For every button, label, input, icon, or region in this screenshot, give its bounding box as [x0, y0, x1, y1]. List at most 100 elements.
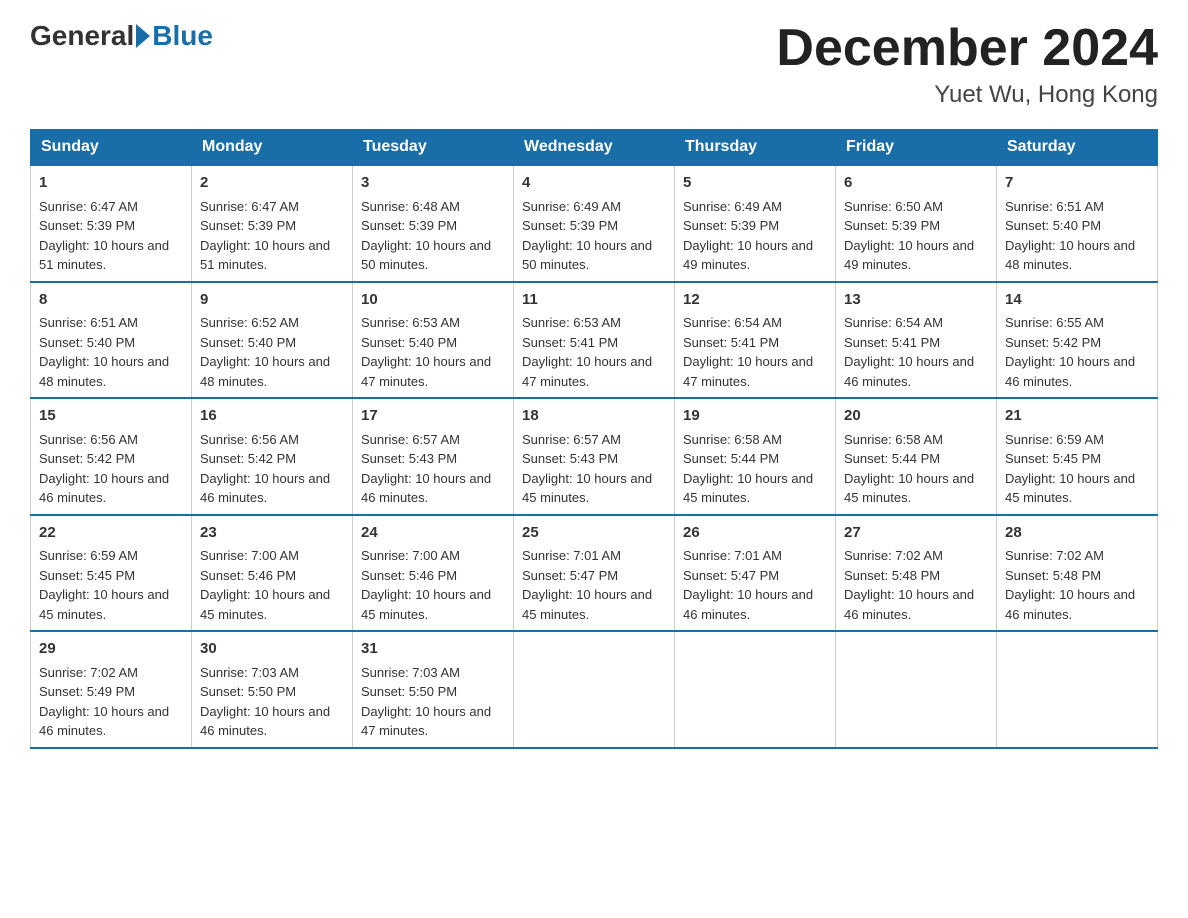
day-number: 22 — [39, 522, 183, 545]
calendar-cell: 17Sunrise: 6:57 AMSunset: 5:43 PMDayligh… — [353, 398, 514, 515]
calendar-cell: 4Sunrise: 6:49 AMSunset: 5:39 PMDaylight… — [514, 165, 675, 282]
daylight-text: Daylight: 10 hours and 46 minutes. — [1005, 585, 1149, 624]
calendar-cell: 20Sunrise: 6:58 AMSunset: 5:44 PMDayligh… — [836, 398, 997, 515]
sunset-text: Sunset: 5:44 PM — [844, 449, 988, 469]
sunset-text: Sunset: 5:46 PM — [361, 566, 505, 586]
col-saturday: Saturday — [997, 130, 1158, 166]
calendar-cell: 16Sunrise: 6:56 AMSunset: 5:42 PMDayligh… — [192, 398, 353, 515]
daylight-text: Daylight: 10 hours and 45 minutes. — [683, 469, 827, 508]
day-number: 10 — [361, 289, 505, 312]
calendar-cell: 28Sunrise: 7:02 AMSunset: 5:48 PMDayligh… — [997, 515, 1158, 632]
sunrise-text: Sunrise: 7:00 AM — [200, 546, 344, 566]
sunset-text: Sunset: 5:42 PM — [39, 449, 183, 469]
day-number: 23 — [200, 522, 344, 545]
calendar-cell: 27Sunrise: 7:02 AMSunset: 5:48 PMDayligh… — [836, 515, 997, 632]
sunrise-text: Sunrise: 7:01 AM — [522, 546, 666, 566]
daylight-text: Daylight: 10 hours and 45 minutes. — [522, 585, 666, 624]
sunset-text: Sunset: 5:42 PM — [200, 449, 344, 469]
sunset-text: Sunset: 5:49 PM — [39, 682, 183, 702]
sunset-text: Sunset: 5:39 PM — [844, 216, 988, 236]
sunrise-text: Sunrise: 6:51 AM — [1005, 197, 1149, 217]
title-section: December 2024 Yuet Wu, Hong Kong — [776, 20, 1158, 109]
sunset-text: Sunset: 5:40 PM — [39, 333, 183, 353]
daylight-text: Daylight: 10 hours and 49 minutes. — [844, 236, 988, 275]
sunset-text: Sunset: 5:43 PM — [522, 449, 666, 469]
day-number: 8 — [39, 289, 183, 312]
day-number: 11 — [522, 289, 666, 312]
calendar-cell: 13Sunrise: 6:54 AMSunset: 5:41 PMDayligh… — [836, 282, 997, 399]
sunset-text: Sunset: 5:47 PM — [683, 566, 827, 586]
daylight-text: Daylight: 10 hours and 47 minutes. — [522, 352, 666, 391]
calendar-cell: 31Sunrise: 7:03 AMSunset: 5:50 PMDayligh… — [353, 631, 514, 748]
daylight-text: Daylight: 10 hours and 45 minutes. — [522, 469, 666, 508]
calendar-cell: 19Sunrise: 6:58 AMSunset: 5:44 PMDayligh… — [675, 398, 836, 515]
sunrise-text: Sunrise: 6:57 AM — [361, 430, 505, 450]
daylight-text: Daylight: 10 hours and 46 minutes. — [39, 469, 183, 508]
day-number: 18 — [522, 405, 666, 428]
sunrise-text: Sunrise: 6:47 AM — [200, 197, 344, 217]
day-number: 2 — [200, 172, 344, 195]
sunrise-text: Sunrise: 6:53 AM — [361, 313, 505, 333]
calendar-cell — [675, 631, 836, 748]
sunset-text: Sunset: 5:42 PM — [1005, 333, 1149, 353]
daylight-text: Daylight: 10 hours and 51 minutes. — [200, 236, 344, 275]
calendar-cell: 11Sunrise: 6:53 AMSunset: 5:41 PMDayligh… — [514, 282, 675, 399]
calendar-cell — [997, 631, 1158, 748]
sunset-text: Sunset: 5:45 PM — [39, 566, 183, 586]
daylight-text: Daylight: 10 hours and 46 minutes. — [844, 585, 988, 624]
daylight-text: Daylight: 10 hours and 47 minutes. — [361, 702, 505, 741]
daylight-text: Daylight: 10 hours and 46 minutes. — [200, 702, 344, 741]
daylight-text: Daylight: 10 hours and 45 minutes. — [200, 585, 344, 624]
calendar-cell: 24Sunrise: 7:00 AMSunset: 5:46 PMDayligh… — [353, 515, 514, 632]
col-wednesday: Wednesday — [514, 130, 675, 166]
calendar-table: Sunday Monday Tuesday Wednesday Thursday… — [30, 129, 1158, 749]
day-number: 26 — [683, 522, 827, 545]
sunset-text: Sunset: 5:39 PM — [200, 216, 344, 236]
calendar-cell: 9Sunrise: 6:52 AMSunset: 5:40 PMDaylight… — [192, 282, 353, 399]
sunset-text: Sunset: 5:45 PM — [1005, 449, 1149, 469]
sunset-text: Sunset: 5:44 PM — [683, 449, 827, 469]
calendar-cell: 22Sunrise: 6:59 AMSunset: 5:45 PMDayligh… — [31, 515, 192, 632]
calendar-cell: 1Sunrise: 6:47 AMSunset: 5:39 PMDaylight… — [31, 165, 192, 282]
daylight-text: Daylight: 10 hours and 45 minutes. — [361, 585, 505, 624]
day-number: 1 — [39, 172, 183, 195]
sunrise-text: Sunrise: 6:56 AM — [200, 430, 344, 450]
sunset-text: Sunset: 5:48 PM — [844, 566, 988, 586]
week-row-2: 8Sunrise: 6:51 AMSunset: 5:40 PMDaylight… — [31, 282, 1158, 399]
daylight-text: Daylight: 10 hours and 51 minutes. — [39, 236, 183, 275]
daylight-text: Daylight: 10 hours and 48 minutes. — [200, 352, 344, 391]
day-number: 14 — [1005, 289, 1149, 312]
sunrise-text: Sunrise: 7:03 AM — [361, 663, 505, 683]
calendar-cell: 2Sunrise: 6:47 AMSunset: 5:39 PMDaylight… — [192, 165, 353, 282]
daylight-text: Daylight: 10 hours and 45 minutes. — [844, 469, 988, 508]
sunset-text: Sunset: 5:41 PM — [522, 333, 666, 353]
calendar-cell: 7Sunrise: 6:51 AMSunset: 5:40 PMDaylight… — [997, 165, 1158, 282]
sunrise-text: Sunrise: 6:58 AM — [844, 430, 988, 450]
sunrise-text: Sunrise: 7:01 AM — [683, 546, 827, 566]
sunrise-text: Sunrise: 7:03 AM — [200, 663, 344, 683]
week-row-4: 22Sunrise: 6:59 AMSunset: 5:45 PMDayligh… — [31, 515, 1158, 632]
day-number: 4 — [522, 172, 666, 195]
day-number: 19 — [683, 405, 827, 428]
sunset-text: Sunset: 5:40 PM — [361, 333, 505, 353]
sunrise-text: Sunrise: 6:58 AM — [683, 430, 827, 450]
col-monday: Monday — [192, 130, 353, 166]
daylight-text: Daylight: 10 hours and 47 minutes. — [683, 352, 827, 391]
sunrise-text: Sunrise: 7:02 AM — [844, 546, 988, 566]
logo-general-text: General — [30, 20, 134, 52]
daylight-text: Daylight: 10 hours and 46 minutes. — [200, 469, 344, 508]
week-row-5: 29Sunrise: 7:02 AMSunset: 5:49 PMDayligh… — [31, 631, 1158, 748]
sunset-text: Sunset: 5:50 PM — [361, 682, 505, 702]
sunrise-text: Sunrise: 6:53 AM — [522, 313, 666, 333]
day-number: 9 — [200, 289, 344, 312]
col-thursday: Thursday — [675, 130, 836, 166]
sunset-text: Sunset: 5:41 PM — [844, 333, 988, 353]
calendar-cell: 25Sunrise: 7:01 AMSunset: 5:47 PMDayligh… — [514, 515, 675, 632]
day-number: 25 — [522, 522, 666, 545]
sunset-text: Sunset: 5:47 PM — [522, 566, 666, 586]
day-number: 24 — [361, 522, 505, 545]
daylight-text: Daylight: 10 hours and 46 minutes. — [39, 702, 183, 741]
col-tuesday: Tuesday — [353, 130, 514, 166]
daylight-text: Daylight: 10 hours and 50 minutes. — [361, 236, 505, 275]
daylight-text: Daylight: 10 hours and 49 minutes. — [683, 236, 827, 275]
